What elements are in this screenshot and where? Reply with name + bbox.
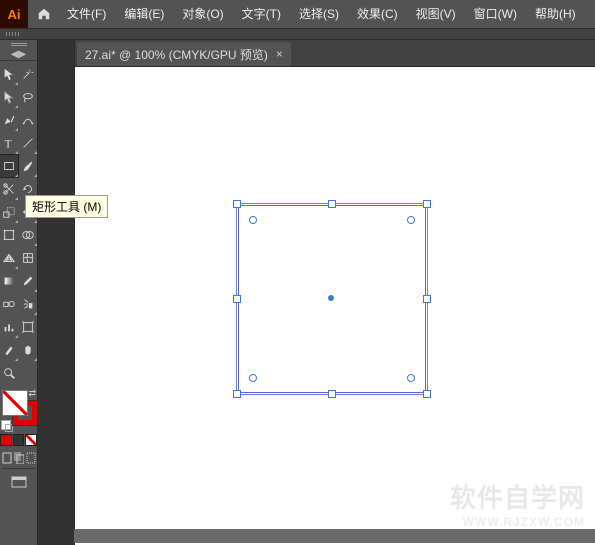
- grip-icon: [6, 32, 20, 36]
- svg-text:T: T: [5, 138, 12, 150]
- color-mode-row: [0, 434, 37, 446]
- type-tool[interactable]: T: [0, 132, 18, 154]
- color-swatch-red[interactable]: [0, 434, 12, 446]
- corner-widget-nw[interactable]: [249, 216, 257, 224]
- zoom-tool[interactable]: [0, 362, 18, 384]
- document-area: 27.ai* @ 100% (CMYK/GPU 预览) ×: [75, 40, 595, 545]
- lasso-tool[interactable]: [19, 86, 37, 108]
- handle-nw[interactable]: [233, 200, 241, 208]
- pen-tool[interactable]: [0, 109, 18, 131]
- watermark: 软件自学网 WWW.RJZXW.COM: [450, 478, 585, 529]
- blend-tool[interactable]: [0, 293, 18, 315]
- corner-widget-se[interactable]: [407, 374, 415, 382]
- paintbrush-tool[interactable]: [19, 155, 37, 177]
- shape-builder-tool[interactable]: [19, 224, 37, 246]
- watermark-title: 软件自学网: [450, 478, 585, 515]
- hand-tool[interactable]: [19, 339, 37, 361]
- tools-panel: ◀▶ T: [0, 40, 38, 545]
- handle-se[interactable]: [423, 390, 431, 398]
- document-tab-bar: 27.ai* @ 100% (CMYK/GPU 预览) ×: [75, 40, 595, 67]
- artboard-tool[interactable]: [19, 316, 37, 338]
- column-graph-tool[interactable]: [0, 316, 18, 338]
- selection-tool[interactable]: [0, 63, 18, 85]
- control-bar[interactable]: [0, 29, 595, 40]
- draw-normal-icon[interactable]: [1, 451, 13, 465]
- menu-view[interactable]: 视图(V): [407, 0, 465, 28]
- swap-fill-stroke-icon[interactable]: ⇄: [28, 388, 36, 399]
- empty-tool-slot: [19, 362, 37, 384]
- menu-bar: Ai 文件(F) 编辑(E) 对象(O) 文字(T) 选择(S) 效果(C) 视…: [0, 0, 595, 29]
- menu-object[interactable]: 对象(O): [173, 0, 232, 28]
- handle-w[interactable]: [233, 295, 241, 303]
- fill-stroke-indicator[interactable]: ⇄: [0, 388, 37, 430]
- screen-mode[interactable]: [0, 475, 37, 489]
- document-tab-title: 27.ai* @ 100% (CMYK/GPU 预览): [85, 46, 268, 63]
- perspective-grid-tool[interactable]: [0, 247, 18, 269]
- home-icon[interactable]: [30, 0, 58, 28]
- scale-tool[interactable]: [0, 201, 18, 223]
- watermark-url: WWW.RJZXW.COM: [450, 515, 585, 529]
- draw-inside-icon[interactable]: [25, 451, 37, 465]
- tool-tooltip: 矩形工具 (M): [25, 195, 108, 218]
- corner-widget-ne[interactable]: [407, 216, 415, 224]
- eyedropper-tool[interactable]: [19, 270, 37, 292]
- menu-file[interactable]: 文件(F): [58, 0, 115, 28]
- center-point: [328, 295, 334, 301]
- mesh-tool[interactable]: [19, 247, 37, 269]
- close-icon[interactable]: ×: [276, 47, 283, 61]
- free-transform-tool[interactable]: [0, 224, 18, 246]
- color-swatch-dark[interactable]: [13, 434, 25, 446]
- fill-swatch[interactable]: [2, 390, 28, 416]
- drawing-modes: [0, 451, 37, 465]
- document-tab[interactable]: 27.ai* @ 100% (CMYK/GPU 预览) ×: [77, 42, 291, 66]
- draw-behind-icon[interactable]: [13, 451, 25, 465]
- status-bar: [74, 529, 595, 543]
- corner-widget-sw[interactable]: [249, 374, 257, 382]
- handle-n[interactable]: [328, 200, 336, 208]
- line-segment-tool[interactable]: [19, 132, 37, 154]
- rectangle-tool[interactable]: [0, 155, 18, 177]
- handle-e[interactable]: [423, 295, 431, 303]
- curvature-tool[interactable]: [19, 109, 37, 131]
- handle-ne[interactable]: [423, 200, 431, 208]
- menu-help[interactable]: 帮助(H): [526, 0, 585, 28]
- panel-gap: [38, 40, 75, 545]
- default-fill-stroke-icon[interactable]: [1, 420, 11, 430]
- panel-column-toggle[interactable]: ◀▶: [0, 48, 37, 61]
- gradient-tool[interactable]: [0, 270, 18, 292]
- slice-tool[interactable]: [0, 339, 18, 361]
- menu-edit[interactable]: 编辑(E): [115, 0, 173, 28]
- menu-select[interactable]: 选择(S): [290, 0, 348, 28]
- handle-s[interactable]: [328, 390, 336, 398]
- app-logo: Ai: [0, 0, 28, 28]
- menu-effect[interactable]: 效果(C): [348, 0, 407, 28]
- scissors-tool[interactable]: [0, 178, 18, 200]
- color-swatch-none[interactable]: [25, 434, 37, 446]
- direct-selection-tool[interactable]: [0, 86, 18, 108]
- symbol-sprayer-tool[interactable]: [19, 293, 37, 315]
- magic-wand-tool[interactable]: [19, 63, 37, 85]
- handle-sw[interactable]: [233, 390, 241, 398]
- panel-grip[interactable]: [0, 40, 37, 48]
- menu-type[interactable]: 文字(T): [233, 0, 290, 28]
- menu-window[interactable]: 窗口(W): [465, 0, 526, 28]
- canvas[interactable]: 软件自学网 WWW.RJZXW.COM: [75, 67, 595, 545]
